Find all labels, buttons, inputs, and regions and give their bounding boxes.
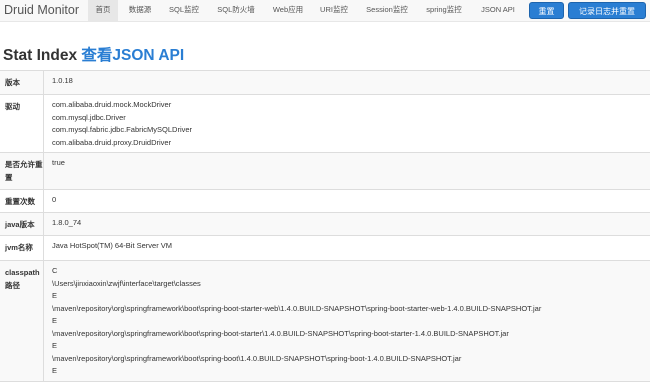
nav-item-web-app[interactable]: Web应用 [265, 0, 311, 21]
driver-item: com.alibaba.druid.proxy.DruidDriver [52, 137, 172, 147]
jvm-name-label: jvm名称 [0, 236, 44, 260]
reset-count-label: 重置次数 [0, 190, 44, 212]
driver-item: com.mysql.jdbc.Driver [52, 112, 126, 122]
reset-button[interactable]: 重置 [529, 2, 564, 19]
classpath-item: \maven\repository\org\springframework\bo… [52, 303, 542, 313]
nav-item-json-api[interactable]: JSON API [472, 0, 524, 21]
row-drivers: 驱动 com.alibaba.druid.mock.MockDriver com… [0, 95, 650, 153]
page-title: Stat Index 查看JSON API [3, 43, 184, 65]
row-reset-enable: 是否允许重置 true [0, 153, 650, 190]
classpath-value: C \Users\jinxiaoxin\zwjf\interface\targe… [44, 261, 650, 382]
classpath-item: E [52, 366, 58, 375]
nav-item-home[interactable]: 首页 [88, 0, 118, 21]
classpath-item: E [52, 316, 58, 325]
version-value: 1.0.18 [52, 76, 73, 85]
nav-item-uri-monitor[interactable]: URI监控 [312, 0, 356, 21]
classpath-item: \maven\repository\org\springframework\bo… [52, 328, 509, 338]
java-version-label: java版本 [0, 213, 44, 235]
stat-table: 版本 1.0.18 驱动 com.alibaba.druid.mock.Mock… [0, 70, 650, 382]
row-version: 版本 1.0.18 [0, 71, 650, 95]
nav-item-sql-firewall[interactable]: SQL防火墙 [208, 0, 264, 21]
drivers-value: com.alibaba.druid.mock.MockDriver com.my… [44, 95, 650, 153]
driver-item: com.mysql.fabric.jdbc.FabricMySQLDriver [52, 125, 193, 134]
page-title-text: Stat Index [3, 47, 78, 64]
driver-item: com.alibaba.druid.mock.MockDriver [52, 100, 172, 109]
nav-item-datasource[interactable]: 数据源 [120, 0, 160, 21]
nav-item-sql-monitor[interactable]: SQL监控 [162, 0, 206, 21]
json-api-link[interactable]: 查看JSON API [81, 47, 184, 64]
classpath-label: classpath路径 [0, 261, 44, 381]
reset-count-value: 0 [52, 195, 57, 204]
nav-item-session-monitor[interactable]: Session监控 [358, 0, 416, 21]
log-and-reset-button[interactable]: 记录日志并重置 [568, 2, 646, 19]
jvm-name-value: Java HotSpot(TM) 64-Bit Server VM [52, 241, 173, 250]
classpath-item: \Users\jinxiaoxin\zwjf\interface\target\… [52, 278, 201, 288]
reset-enable-label: 是否允许重置 [0, 153, 44, 189]
classpath-item: E [52, 291, 58, 300]
brand-title[interactable]: Druid Monitor [4, 3, 79, 17]
classpath-item: C [52, 266, 58, 275]
nav-item-spring-monitor[interactable]: spring监控 [418, 0, 470, 21]
classpath-item: E [52, 341, 58, 350]
drivers-label: 驱动 [0, 95, 44, 152]
top-navbar: Druid Monitor 首页 数据源 SQL监控 SQL防火墙 Web应用 … [0, 0, 650, 22]
row-classpath: classpath路径 C \Users\jinxiaoxin\zwjf\int… [0, 261, 650, 382]
row-reset-count: 重置次数 0 [0, 190, 650, 213]
reset-enable-value: true [52, 158, 65, 167]
row-java-version: java版本 1.8.0_74 [0, 213, 650, 236]
row-jvm-name: jvm名称 Java HotSpot(TM) 64-Bit Server VM [0, 236, 650, 261]
classpath-item: \maven\repository\org\springframework\bo… [52, 353, 462, 363]
version-label: 版本 [0, 71, 44, 94]
java-version-value: 1.8.0_74 [52, 218, 82, 227]
